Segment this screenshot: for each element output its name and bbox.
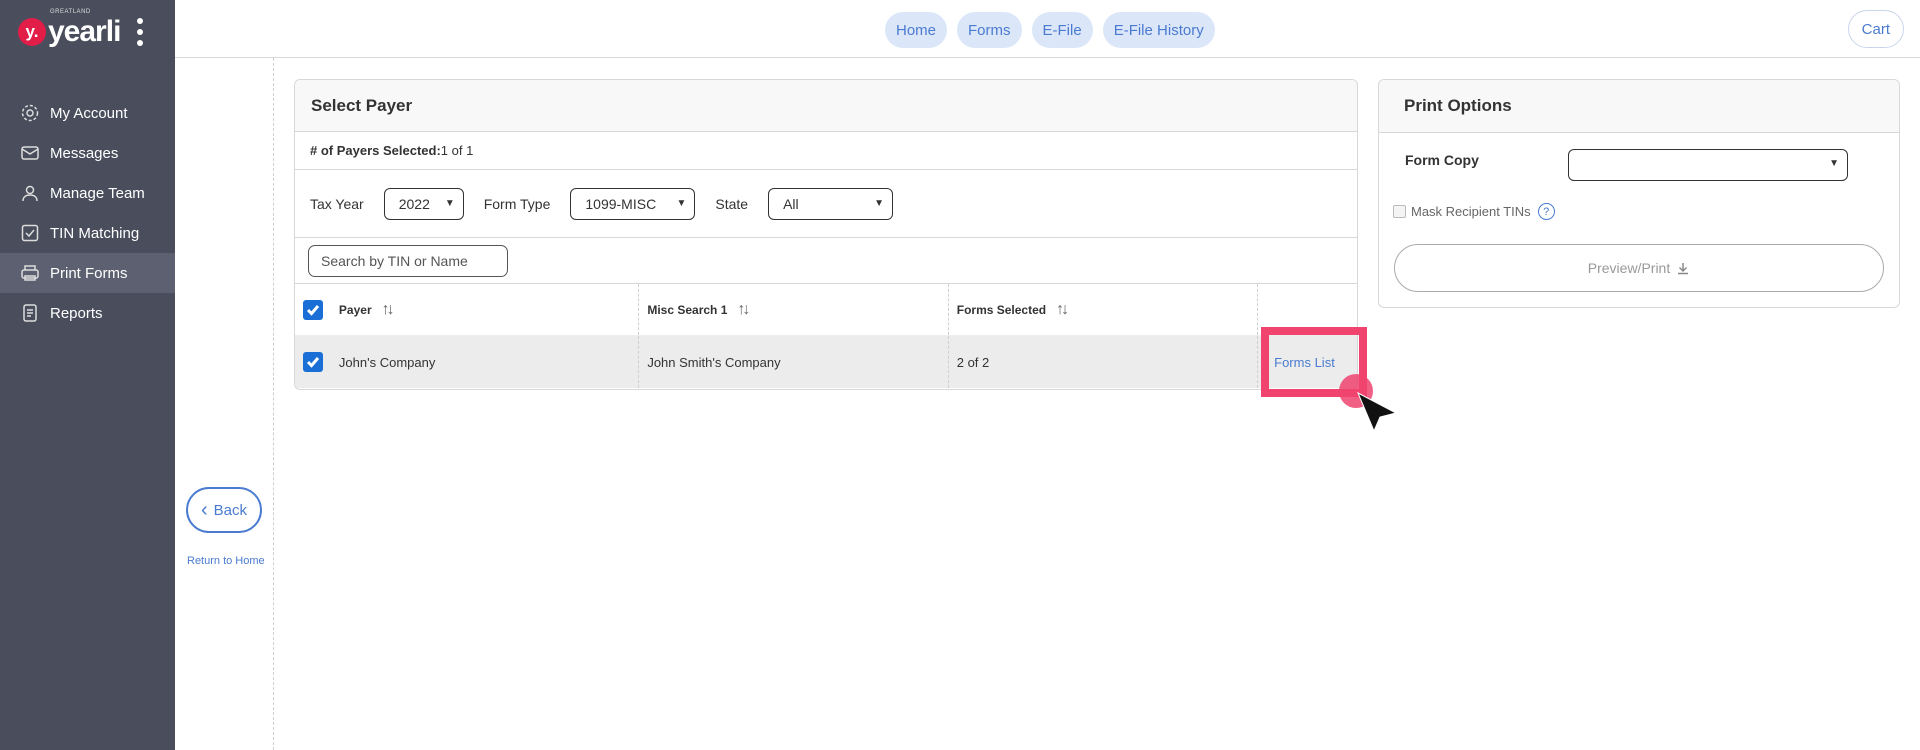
sort-icon[interactable]: ↑↓: [1056, 301, 1069, 319]
mask-tins-checkbox[interactable]: [1393, 205, 1406, 218]
table-header: Payer ↑↓ Misc Search 1 ↑↓ Forms Selected…: [295, 284, 1357, 336]
misc-search-cell: John Smith's Company: [639, 336, 949, 388]
nav-forms-button[interactable]: Forms: [957, 12, 1022, 48]
sidebar-nav: My Account Messages Manage Team TIN Matc…: [0, 93, 175, 333]
state-value: All: [783, 195, 799, 212]
kebab-menu-icon[interactable]: [137, 18, 143, 46]
chevron-down-icon: ▼: [444, 198, 455, 209]
sidebar-item-messages[interactable]: Messages: [0, 133, 175, 173]
preview-print-button[interactable]: Preview/Print: [1394, 244, 1884, 292]
form-type-value: 1099-MISC: [585, 195, 657, 212]
sidebar-item-label: Print Forms: [50, 264, 128, 282]
state-select[interactable]: All ▼: [768, 187, 894, 220]
printer-icon: [21, 265, 39, 281]
select-payer-panel: Select Payer # of Payers Selected: 1 of …: [294, 79, 1358, 390]
back-button[interactable]: ‹ Back: [186, 487, 262, 533]
chevron-left-icon: ‹: [200, 498, 208, 521]
print-options-panel: Print Options Form Copy ▼ Mask Recipient…: [1378, 79, 1900, 308]
nav-efile-history-button[interactable]: E-File History: [1102, 12, 1215, 48]
download-icon: [1678, 263, 1689, 275]
gear-icon: [21, 104, 39, 122]
form-type-label: Form Type: [483, 195, 551, 212]
sidebar-item-label: TIN Matching: [50, 224, 140, 242]
back-label: Back: [213, 501, 248, 519]
top-nav: Home Forms E-File E-File History: [885, 12, 1215, 48]
tax-year-value: 2022: [398, 195, 430, 212]
sidebar-item-tin-matching[interactable]: TIN Matching: [0, 213, 175, 253]
tax-year-select[interactable]: 2022 ▼: [383, 187, 464, 220]
tax-year-label: Tax Year: [310, 195, 364, 212]
user-icon: [22, 185, 38, 202]
sidebar-item-label: Manage Team: [50, 184, 145, 202]
form-copy-label: Form Copy: [1405, 152, 1479, 168]
count-label: # of Payers Selected:: [310, 143, 441, 158]
count-value: 1 of 1: [440, 143, 474, 158]
column-header-misc-search[interactable]: Misc Search 1 ↑↓: [639, 284, 949, 335]
select-all-checkbox[interactable]: [302, 299, 323, 320]
column-label: Forms Selected: [956, 302, 1047, 317]
nav-home-button[interactable]: Home: [885, 12, 948, 48]
mask-tins-row: Mask Recipient TINs ?: [1393, 203, 1555, 220]
chevron-down-icon: ▼: [874, 198, 885, 209]
sidebar-item-print-forms[interactable]: Print Forms: [0, 253, 175, 293]
column-header-forms-selected[interactable]: Forms Selected ↑↓: [949, 284, 1259, 335]
sidebar: y. GREATLAND yearli My Account Messages …: [0, 0, 175, 750]
cart-button[interactable]: Cart: [1847, 10, 1904, 48]
select-all-cell: [295, 284, 331, 335]
search-row: [295, 238, 1357, 284]
sidebar-item-reports[interactable]: Reports: [0, 293, 175, 333]
chevron-down-icon: ▼: [676, 198, 687, 209]
row-check-cell: [295, 336, 331, 388]
sidebar-item-manage-team[interactable]: Manage Team: [0, 173, 175, 213]
panel-title: Print Options: [1379, 80, 1899, 133]
forms-selected-cell: 2 of 2: [949, 336, 1259, 388]
brand-name: GREATLAND yearli: [48, 9, 121, 48]
column-header-payer[interactable]: Payer ↑↓: [331, 284, 640, 335]
nav-efile-button[interactable]: E-File: [1031, 12, 1093, 48]
sidebar-item-label: My Account: [50, 104, 128, 122]
mask-tins-label: Mask Recipient TINs: [1411, 204, 1531, 219]
check-square-icon: [21, 224, 39, 242]
form-copy-select[interactable]: ▼: [1568, 149, 1848, 181]
column-label: Payer: [338, 302, 372, 317]
sort-icon[interactable]: ↑↓: [737, 301, 750, 319]
brand-sub: GREATLAND: [50, 8, 91, 15]
cursor-pointer-icon: [1339, 374, 1398, 433]
state-label: State: [715, 195, 749, 212]
payers-selected-count: # of Payers Selected: 1 of 1: [295, 132, 1357, 170]
return-to-home-link[interactable]: Return to Home: [187, 555, 265, 567]
row-checkbox[interactable]: [302, 352, 323, 372]
preview-print-label: Preview/Print: [1587, 260, 1671, 276]
envelope-icon: [21, 146, 39, 160]
column-label: Misc Search 1: [647, 302, 728, 317]
sort-icon[interactable]: ↑↓: [382, 301, 395, 319]
help-icon[interactable]: ?: [1537, 203, 1555, 220]
form-type-select[interactable]: 1099-MISC ▼: [570, 187, 696, 220]
top-bar: Home Forms E-File E-File History Cart: [175, 0, 1920, 58]
sidebar-item-my-account[interactable]: My Account: [0, 93, 175, 133]
payer-cell: John's Company: [331, 336, 640, 388]
left-column: ‹ Back Return to Home: [175, 58, 274, 750]
sidebar-item-label: Reports: [50, 304, 103, 322]
document-icon: [23, 304, 37, 322]
chevron-down-icon: ▼: [1829, 158, 1839, 169]
logo[interactable]: y. GREATLAND yearli: [0, 0, 175, 63]
search-input[interactable]: [308, 244, 508, 277]
table-row[interactable]: John's Company John Smith's Company 2 of…: [295, 336, 1357, 388]
panel-title: Select Payer: [295, 80, 1357, 132]
logo-mark-icon: y.: [18, 17, 46, 46]
filters-row: Tax Year 2022 ▼ Form Type 1099-MISC ▼ St…: [295, 170, 1357, 238]
sidebar-item-label: Messages: [50, 144, 119, 162]
brand-name-text: yearli: [48, 14, 121, 48]
